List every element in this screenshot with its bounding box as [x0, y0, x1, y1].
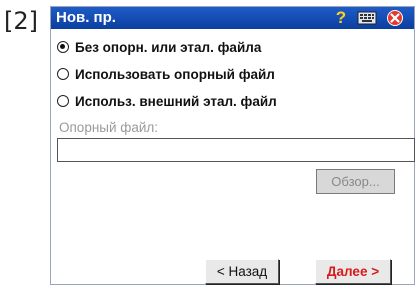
figure-label: [2] — [4, 7, 38, 35]
title-bar: Нов. пр. ? — [51, 7, 414, 29]
option-label: Использ. внешний этал. файл — [75, 93, 277, 109]
radio-button-selected[interactable] — [57, 41, 69, 53]
close-icon[interactable] — [386, 9, 404, 27]
reference-file-input[interactable] — [57, 138, 415, 162]
browse-button[interactable]: Обзор... — [316, 169, 395, 194]
option-external-reference[interactable]: Использ. внешний этал. файл — [57, 90, 277, 112]
option-label: Использовать опорный файл — [75, 66, 275, 82]
back-button[interactable]: < Назад — [205, 259, 279, 284]
option-no-reference[interactable]: Без опорн. или этал. файла — [57, 36, 261, 58]
option-use-reference[interactable]: Использовать опорный файл — [57, 63, 275, 85]
reference-file-label: Опорный файл: — [59, 120, 159, 135]
radio-button[interactable] — [57, 68, 69, 80]
window-title: Нов. пр. — [56, 9, 116, 26]
option-label: Без опорн. или этал. файла — [75, 39, 262, 55]
help-icon[interactable]: ? — [333, 9, 349, 27]
radio-button[interactable] — [57, 95, 69, 107]
keyboard-icon[interactable] — [356, 9, 378, 27]
new-project-window: Нов. пр. ? Без опорн. или этал. файла Ис… — [50, 6, 415, 285]
next-button[interactable]: Далее > — [315, 259, 391, 284]
